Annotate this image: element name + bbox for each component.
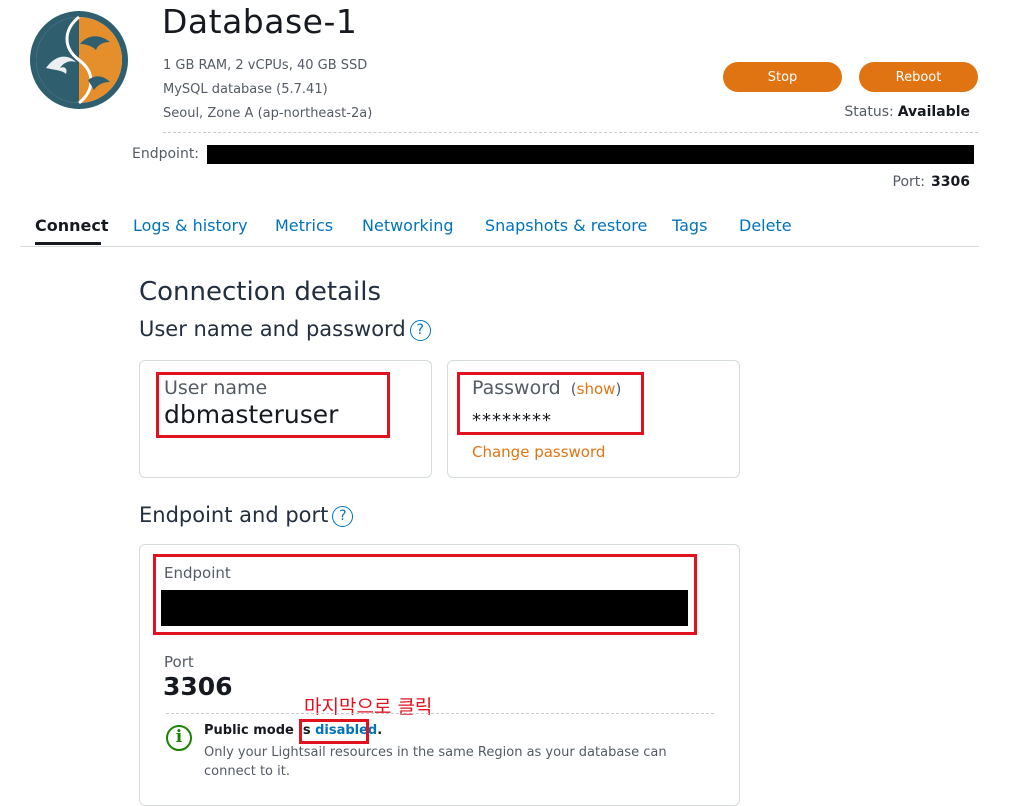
show-password-link[interactable]: show bbox=[577, 380, 616, 398]
public-mode-suffix: . bbox=[377, 723, 383, 738]
header-endpoint-label: Endpoint: bbox=[132, 146, 200, 162]
tab-bar: Connect Logs & history Metrics Networkin… bbox=[20, 214, 979, 247]
change-password-link[interactable]: Change password bbox=[472, 443, 605, 461]
annotation-text: 마지막으로 클릭 bbox=[304, 696, 433, 718]
tab-delete[interactable]: Delete bbox=[739, 216, 792, 235]
active-tab-indicator bbox=[35, 242, 101, 245]
help-icon[interactable]: ? bbox=[409, 320, 431, 341]
status-indicator: Status: Available bbox=[844, 104, 970, 120]
stop-button[interactable]: Stop bbox=[723, 62, 842, 92]
endpoint-label: Endpoint bbox=[164, 564, 231, 582]
header-port-value: 3306 bbox=[931, 174, 970, 190]
public-mode-divider bbox=[166, 713, 714, 714]
spec-hardware: 1 GB RAM, 2 vCPUs, 40 GB SSD bbox=[163, 58, 368, 73]
status-label: Status: bbox=[844, 104, 894, 120]
info-icon: i bbox=[166, 725, 192, 751]
disabled-highlight-box bbox=[299, 719, 369, 744]
password-label: Password bbox=[472, 377, 561, 399]
tab-connect[interactable]: Connect bbox=[35, 216, 109, 235]
database-title: Database-1 bbox=[162, 2, 358, 41]
username-label: User name bbox=[164, 377, 268, 399]
spec-zone: Seoul, Zone A (ap-northeast-2a) bbox=[163, 106, 373, 121]
userpass-heading-row: User name and password? bbox=[139, 317, 431, 341]
connection-details-heading: Connection details bbox=[139, 277, 381, 307]
header-port: Port: 3306 bbox=[893, 174, 970, 190]
mysql-dolphin-icon bbox=[30, 11, 128, 109]
port-value: 3306 bbox=[163, 672, 233, 701]
reboot-button[interactable]: Reboot bbox=[859, 62, 978, 92]
status-value: Available bbox=[897, 104, 970, 120]
tab-tags[interactable]: Tags bbox=[672, 216, 707, 235]
tab-networking[interactable]: Networking bbox=[362, 216, 454, 235]
endpoint-port-heading: Endpoint and port bbox=[139, 503, 329, 527]
header-divider bbox=[163, 132, 978, 133]
password-value: ******** bbox=[472, 410, 552, 431]
spec-engine: MySQL database (5.7.41) bbox=[163, 82, 328, 97]
password-label-row: Password (show) bbox=[472, 377, 621, 399]
redacted-endpoint-value bbox=[207, 145, 974, 164]
redacted-endpoint-field bbox=[161, 590, 688, 626]
public-mode-description: Only your Lightsail resources in the sam… bbox=[204, 745, 667, 779]
tab-snapshots-restore[interactable]: Snapshots & restore bbox=[485, 216, 647, 235]
userpass-heading: User name and password bbox=[139, 317, 406, 341]
username-value: dbmasteruser bbox=[164, 400, 339, 429]
show-paren-close: ) bbox=[615, 380, 622, 398]
endpoint-heading-row: Endpoint and port? bbox=[139, 503, 354, 527]
tab-metrics[interactable]: Metrics bbox=[275, 216, 333, 235]
help-icon[interactable]: ? bbox=[332, 506, 354, 527]
port-label: Port bbox=[164, 653, 194, 671]
header-port-label: Port: bbox=[892, 174, 926, 190]
tab-logs-history[interactable]: Logs & history bbox=[133, 216, 248, 235]
